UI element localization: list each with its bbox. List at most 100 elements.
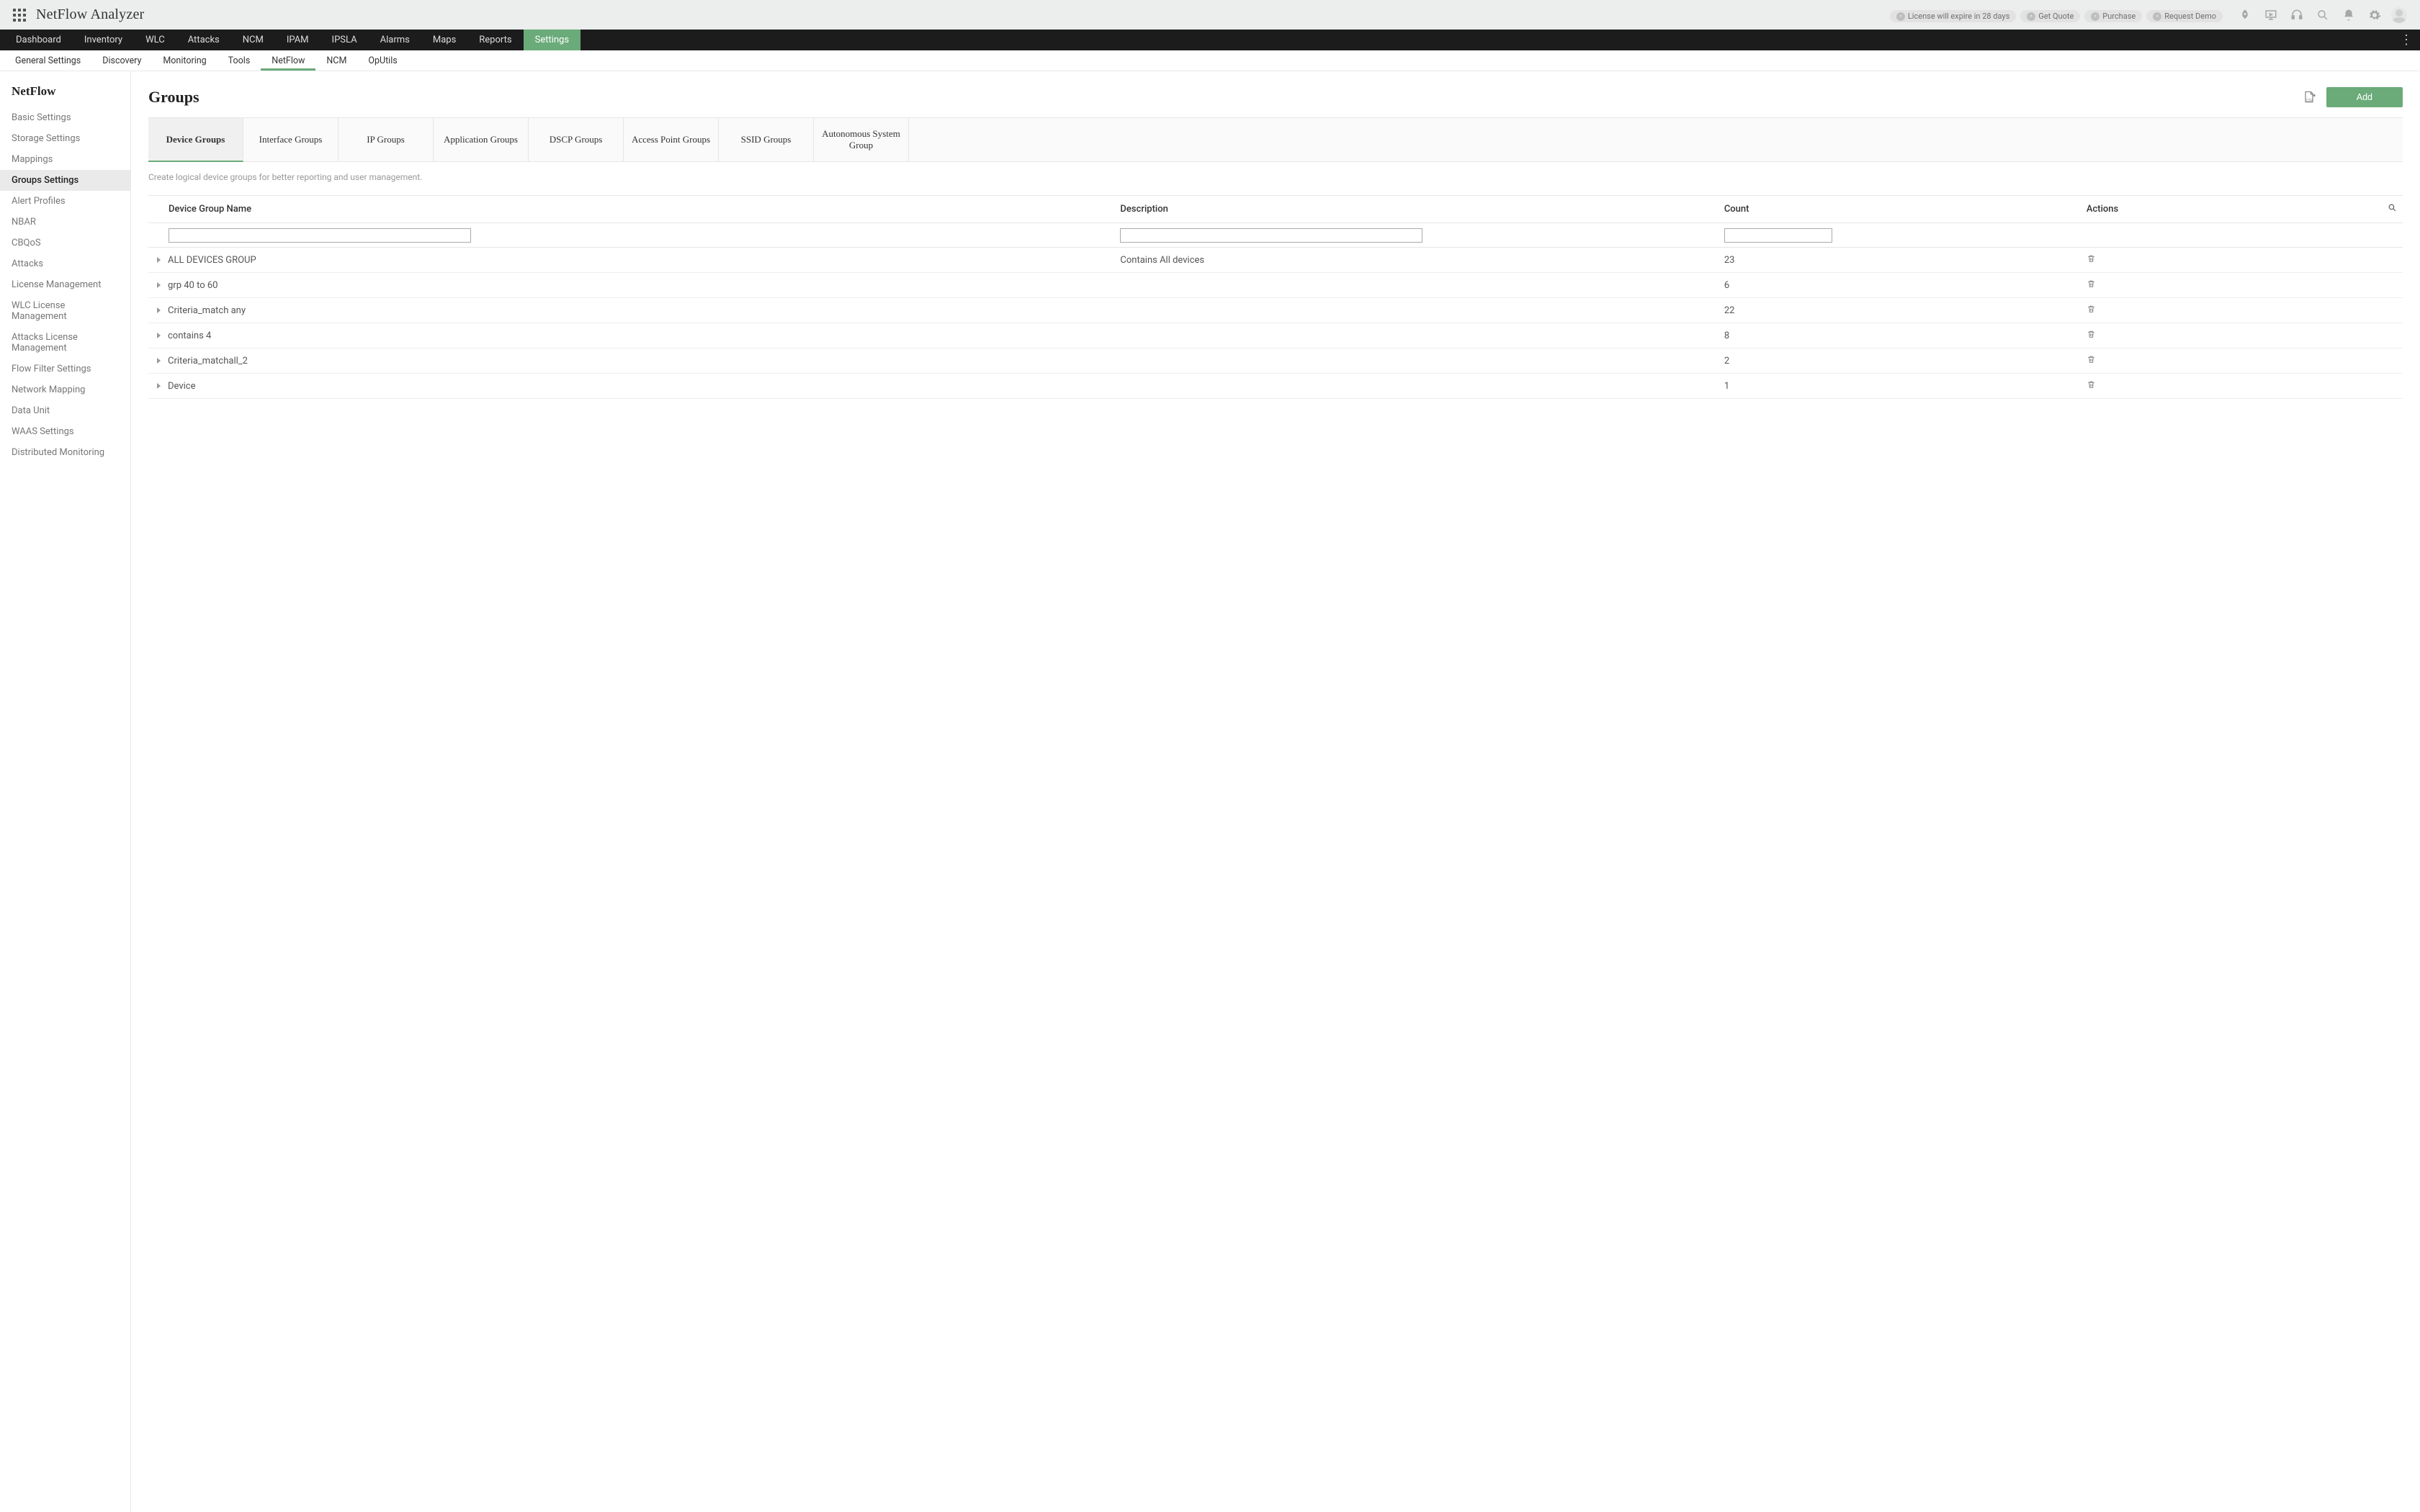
sidebar-item-network-mapping[interactable]: Network Mapping — [0, 379, 130, 400]
secondary-nav-netflow[interactable]: NetFlow — [261, 50, 315, 71]
tab-ssid-groups[interactable]: SSID Groups — [719, 118, 814, 161]
table-row: Criteria_matchall_22 — [148, 348, 2403, 374]
clock-icon: • — [1896, 12, 1905, 21]
th-actions: Actions — [2081, 196, 2322, 223]
secondary-nav-oputils[interactable]: OpUtils — [357, 50, 408, 71]
sidebar-item-nbar[interactable]: NBAR — [0, 212, 130, 233]
pill-cart[interactable]: •Purchase — [2084, 10, 2142, 22]
rocket-icon[interactable] — [2238, 9, 2251, 22]
sidebar-item-alert-profiles[interactable]: Alert Profiles — [0, 191, 130, 212]
expand-icon[interactable] — [157, 307, 161, 313]
row-name[interactable]: Criteria_match any — [168, 305, 246, 316]
group-tabs: Device GroupsInterface GroupsIP GroupsAp… — [148, 117, 2403, 162]
row-name[interactable]: Criteria_matchall_2 — [168, 356, 248, 366]
primary-nav-alarms[interactable]: Alarms — [369, 30, 421, 50]
filter-count-input[interactable] — [1724, 228, 1832, 243]
delete-icon[interactable] — [2087, 379, 2096, 390]
sidebar-item-wlc-license-management[interactable]: WLC License Management — [0, 295, 130, 327]
row-name[interactable]: grp 40 to 60 — [168, 280, 218, 291]
secondary-nav-monitoring[interactable]: Monitoring — [152, 50, 217, 71]
secondary-nav-ncm[interactable]: NCM — [315, 50, 357, 71]
primary-nav-ipsla[interactable]: IPSLA — [321, 30, 369, 50]
row-desc: Contains All devices — [1114, 248, 1718, 273]
delete-icon[interactable] — [2087, 304, 2096, 314]
pill-dollar[interactable]: •Get Quote — [2020, 10, 2080, 22]
tab-dscp-groups[interactable]: DSCP Groups — [529, 118, 624, 161]
tab-application-groups[interactable]: Application Groups — [434, 118, 529, 161]
primary-nav-reports[interactable]: Reports — [467, 30, 523, 50]
sidebar-item-license-management[interactable]: License Management — [0, 274, 130, 295]
sidebar-item-distributed-monitoring[interactable]: Distributed Monitoring — [0, 442, 130, 463]
add-button[interactable]: Add — [2326, 87, 2403, 107]
expand-icon[interactable] — [157, 333, 161, 338]
expand-icon[interactable] — [157, 282, 161, 288]
license-pills: •License will expire in 28 days•Get Quot… — [1886, 7, 2223, 22]
primary-nav: DashboardInventoryWLCAttacksNCMIPAMIPSLA… — [0, 30, 2420, 50]
row-name[interactable]: contains 4 — [168, 330, 211, 341]
delete-icon[interactable] — [2087, 329, 2096, 339]
secondary-nav-general-settings[interactable]: General Settings — [4, 50, 91, 71]
row-desc — [1114, 273, 1718, 298]
row-desc — [1114, 348, 1718, 374]
delete-icon[interactable] — [2087, 279, 2096, 289]
primary-nav-attacks[interactable]: Attacks — [176, 30, 231, 50]
delete-icon[interactable] — [2087, 253, 2096, 264]
sidebar-item-waas-settings[interactable]: WAAS Settings — [0, 421, 130, 442]
bell-icon[interactable] — [2342, 9, 2355, 22]
table-row: grp 40 to 60 6 — [148, 273, 2403, 298]
apps-grid-icon[interactable] — [13, 9, 26, 22]
sidebar-item-basic-settings[interactable]: Basic Settings — [0, 107, 130, 128]
filter-desc-input[interactable] — [1120, 228, 1422, 243]
sidebar-item-attacks-license-management[interactable]: Attacks License Management — [0, 327, 130, 359]
primary-nav-settings[interactable]: Settings — [524, 30, 581, 50]
sidebar-item-flow-filter-settings[interactable]: Flow Filter Settings — [0, 359, 130, 379]
main-content: Groups CSV Add Device GroupsInterface Gr… — [131, 71, 2420, 1512]
th-name[interactable]: Device Group Name — [148, 196, 1114, 223]
secondary-nav-tools[interactable]: Tools — [218, 50, 261, 71]
sidebar-item-groups-settings[interactable]: Groups Settings — [0, 170, 130, 191]
gear-icon[interactable] — [2368, 9, 2381, 22]
sidebar-item-storage-settings[interactable]: Storage Settings — [0, 128, 130, 149]
th-count[interactable]: Count — [1718, 196, 2081, 223]
row-count: 6 — [1718, 273, 2081, 298]
th-desc[interactable]: Description — [1114, 196, 1718, 223]
tab-ip-groups[interactable]: IP Groups — [339, 118, 434, 161]
page-title: Groups — [148, 88, 2302, 107]
sidebar-item-attacks[interactable]: Attacks — [0, 253, 130, 274]
tab-access-point-groups[interactable]: Access Point Groups — [624, 118, 719, 161]
presentation-icon[interactable] — [2264, 9, 2277, 22]
sidebar-item-mappings[interactable]: Mappings — [0, 149, 130, 170]
headset-icon[interactable] — [2290, 9, 2303, 22]
filter-name-input[interactable] — [169, 228, 471, 243]
pill-label: Get Quote — [2038, 12, 2074, 21]
row-name[interactable]: ALL DEVICES GROUP — [168, 255, 256, 266]
sidebar-item-cbqos[interactable]: CBQoS — [0, 233, 130, 253]
primary-nav-wlc[interactable]: WLC — [134, 30, 176, 50]
primary-nav-ipam[interactable]: IPAM — [275, 30, 321, 50]
primary-nav-dashboard[interactable]: Dashboard — [4, 30, 73, 50]
pill-clock[interactable]: •License will expire in 28 days — [1890, 10, 2016, 22]
dollar-icon: • — [2027, 12, 2035, 21]
delete-icon[interactable] — [2087, 354, 2096, 364]
sidebar-item-data-unit[interactable]: Data Unit — [0, 400, 130, 421]
expand-icon[interactable] — [157, 383, 161, 389]
primary-nav-inventory[interactable]: Inventory — [73, 30, 134, 50]
tab-interface-groups[interactable]: Interface Groups — [243, 118, 339, 161]
secondary-nav-discovery[interactable]: Discovery — [91, 50, 152, 71]
table-search-icon[interactable] — [2388, 204, 2397, 215]
pill-eye[interactable]: •Request Demo — [2146, 10, 2223, 22]
tab-autonomous-system-group[interactable]: Autonomous System Group — [814, 118, 909, 161]
expand-icon[interactable] — [157, 257, 161, 263]
primary-nav-maps[interactable]: Maps — [421, 30, 467, 50]
eye-icon: • — [2153, 12, 2161, 21]
primary-nav-ncm[interactable]: NCM — [231, 30, 275, 50]
sidebar-title: NetFlow — [0, 84, 130, 107]
tab-device-groups[interactable]: Device Groups — [148, 118, 243, 162]
more-vert-icon[interactable]: ⋮ — [2400, 30, 2413, 50]
row-name[interactable]: Device — [168, 381, 196, 392]
expand-icon[interactable] — [157, 358, 161, 364]
search-icon[interactable] — [2316, 9, 2329, 22]
user-avatar[interactable] — [2391, 7, 2407, 23]
export-csv-icon[interactable]: CSV — [2302, 89, 2316, 105]
secondary-nav: General SettingsDiscoveryMonitoringTools… — [0, 50, 2420, 71]
